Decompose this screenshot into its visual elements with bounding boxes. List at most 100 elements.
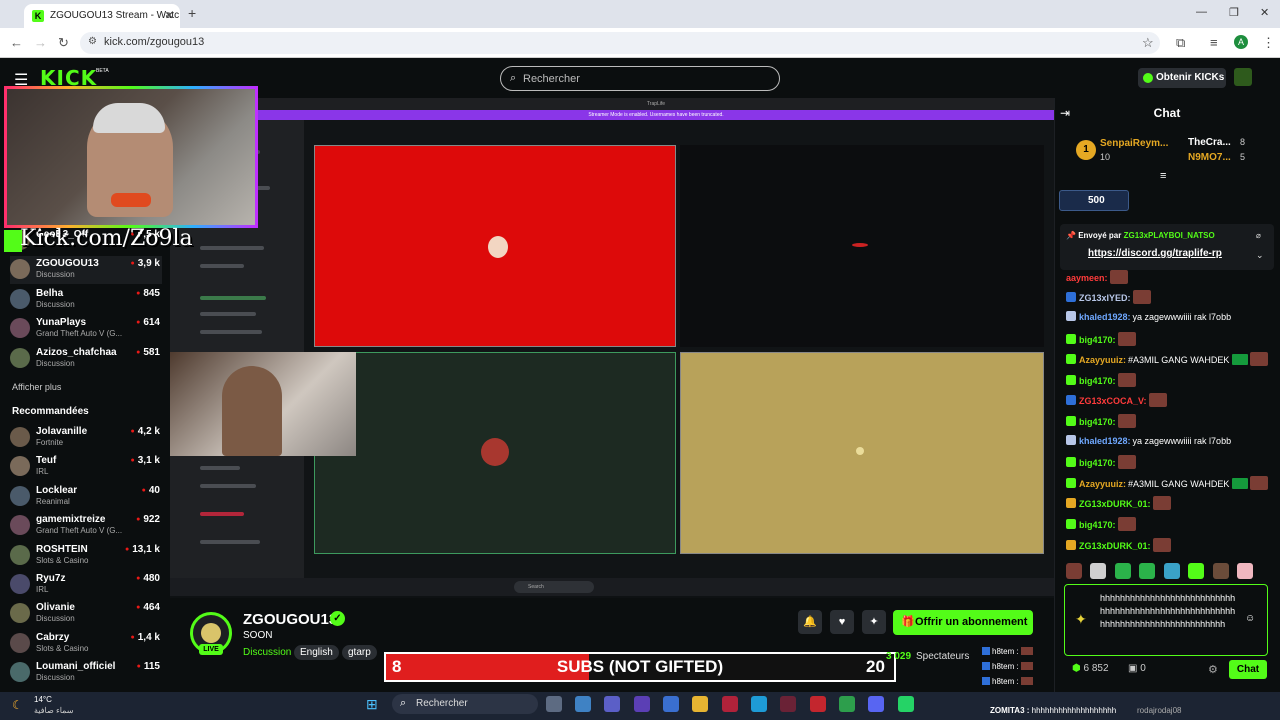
channel-name: Locklear (36, 484, 78, 496)
minimize-icon[interactable]: — (1196, 6, 1207, 18)
follow-heart-icon[interactable]: ♥ (830, 610, 854, 634)
chat-username[interactable]: Azayyuuiz: (1079, 355, 1126, 365)
extensions-icon[interactable]: ⧉ (1176, 35, 1185, 51)
chat-username[interactable]: Azayyuuiz: (1079, 479, 1126, 489)
window-close-icon[interactable]: ✕ (1260, 6, 1269, 19)
category-link[interactable]: Discussion (243, 647, 291, 658)
sidebar-channel-item[interactable]: gamemixtreizeGrand Theft Auto V (G... 922 (10, 512, 162, 540)
channel-name[interactable]: ZGOUGOU13 (243, 611, 337, 628)
tag-gtarp[interactable]: gtarp (342, 645, 377, 660)
app-icon[interactable] (634, 696, 650, 712)
url-field[interactable]: ⚙ kick.com/zgougou13 (80, 32, 1160, 54)
emoji-icon[interactable]: ☺ (1245, 613, 1255, 624)
gift-subscription-button[interactable]: 🎁 Offrir un abonnement (893, 610, 1033, 635)
emote-icon (1117, 414, 1136, 428)
sidebar-channel-item[interactable]: Ryu7zIRL 480 (10, 571, 162, 599)
sparkle-icon[interactable]: ✦ (862, 610, 886, 634)
chat-username[interactable]: ZG13xDURK_01: (1079, 541, 1151, 551)
chat-text: ya zagewwwiiii rak l7obb (1132, 312, 1232, 322)
chat-username[interactable]: khaled1928: (1079, 436, 1131, 446)
emote-icon[interactable] (1212, 563, 1229, 579)
sidebar-channel-item[interactable]: JolavanilleFortnite 4,2 k (10, 424, 162, 452)
sidebar-channel-item[interactable]: ZGOUGOU13Discussion 3,9 k (10, 256, 162, 285)
emote-icon[interactable] (1114, 563, 1131, 579)
back-icon[interactable]: ← (10, 35, 23, 50)
chrome-icon[interactable] (839, 696, 855, 712)
sidebar-channel-item[interactable]: LocklearReanimal 40 (10, 483, 162, 511)
windows-start-icon[interactable]: ⊞ (366, 696, 382, 712)
sidebar-channel-item[interactable]: CabrzySlots & Casino 1,4 k (10, 630, 162, 658)
discord-icon[interactable] (868, 696, 884, 712)
sparkle-icon[interactable]: ✦ (1075, 611, 1087, 628)
emote-icon (1152, 538, 1171, 552)
sidebar-channel-item[interactable]: OlivanieDiscussion 464 (10, 600, 162, 628)
unpin-icon[interactable]: ⌀ (1256, 231, 1261, 240)
chat-username[interactable]: big4170: (1079, 458, 1116, 468)
bookmark-star-icon[interactable]: ☆ (1142, 35, 1154, 51)
close-tab-icon[interactable]: ✕ (165, 9, 174, 22)
viewer-count: 464 (136, 602, 160, 613)
sidebar-channel-item[interactable]: Azizos_chafchaaDiscussion 581 (10, 345, 162, 373)
chat-username[interactable]: ZG13xCOCA_V: (1079, 396, 1147, 406)
app-icon[interactable] (575, 696, 591, 712)
search-input[interactable]: ⌕ Rechercher (500, 66, 780, 91)
site-info-icon[interactable]: ⚙ (88, 36, 97, 47)
kicks-chip[interactable]: 500 (1059, 190, 1129, 211)
folder-icon[interactable] (692, 696, 708, 712)
windows-search-input[interactable]: ⌕ Rechercher (392, 694, 538, 714)
viewer-count: 922 (136, 514, 160, 525)
chat-username[interactable]: big4170: (1079, 335, 1116, 345)
user-avatar[interactable] (1234, 68, 1252, 86)
tag-english[interactable]: English (294, 645, 339, 660)
chat-username[interactable]: big4170: (1079, 417, 1116, 427)
chat-username[interactable]: khaled1928: (1079, 312, 1131, 322)
filter-icon[interactable]: ≡ (1160, 170, 1166, 182)
teams-icon[interactable] (604, 696, 620, 712)
chat-username[interactable]: ZG13xIYED: (1079, 293, 1131, 303)
edge-icon[interactable] (751, 696, 767, 712)
sidebar-channel-item[interactable]: ROSHTEINSlots & Casino 13,1 k (10, 542, 162, 570)
pinned-by: 📌 Envoyé par ZG13xPLAYBOI_NATSO (1066, 231, 1215, 240)
leaderboard-name[interactable]: SenpaiReym... (1100, 138, 1170, 149)
browser-menu-icon[interactable]: ⋮ (1262, 35, 1275, 51)
pinned-link[interactable]: https://discord.gg/traplife-rp (1088, 248, 1222, 259)
sidebar-channel-item[interactable]: BelhaDiscussion 845 (10, 286, 162, 314)
chat-username[interactable]: aaymeen: (1066, 273, 1108, 283)
forward-icon[interactable]: → (34, 35, 47, 50)
chat-username[interactable]: ZG13xDURK_01: (1079, 499, 1151, 509)
sidebar-channel-item[interactable]: YunaPlaysGrand Theft Auto V (G... 614 (10, 315, 162, 343)
gear-icon[interactable]: ⚙ (1208, 663, 1218, 676)
chat-username[interactable]: big4170: (1079, 520, 1116, 530)
chat-username[interactable]: big4170: (1079, 376, 1116, 386)
chat-send-button[interactable]: Chat (1229, 660, 1267, 679)
restore-icon[interactable]: ❐ (1229, 6, 1239, 19)
emote-icon[interactable] (1090, 563, 1107, 579)
app-icon[interactable] (780, 696, 796, 712)
emote-icon[interactable] (1237, 563, 1254, 579)
leaderboard-name[interactable]: N9MO7... (1188, 152, 1236, 163)
sidebar-channel-item[interactable]: TeufIRL 3,1 k (10, 453, 162, 481)
task-view-icon[interactable] (546, 696, 562, 712)
emote-icon[interactable] (1066, 563, 1082, 579)
app-icon[interactable] (810, 696, 826, 712)
chevron-down-icon[interactable]: ⌄ (1256, 250, 1264, 261)
sidebar-channel-item[interactable]: Loumani_officielDiscussion 115 (10, 659, 162, 687)
new-tab-icon[interactable]: + (188, 5, 196, 21)
browser-tab[interactable]: K ZGOUGOU13 Stream - Watc ✕ (24, 4, 180, 28)
leaderboard-name[interactable]: TheCra... (1188, 137, 1236, 148)
app-icon[interactable] (722, 696, 738, 712)
reload-icon[interactable]: ↻ (58, 35, 69, 51)
profile-avatar[interactable]: A (1234, 35, 1248, 49)
emote-icon[interactable] (1139, 563, 1156, 579)
media-icon[interactable]: ≡ (1210, 35, 1218, 50)
show-more-link[interactable]: Afficher plus (12, 382, 61, 392)
app-icon[interactable] (663, 696, 679, 712)
whatsapp-icon[interactable] (898, 696, 914, 712)
avatar (10, 515, 30, 536)
h8-user: h8tem : (992, 647, 1019, 656)
notification-bell-icon[interactable]: 🔔 (798, 610, 822, 634)
emote-icon[interactable] (1188, 563, 1205, 579)
get-kicks-button[interactable]: Obtenir KICKs (1138, 68, 1226, 88)
chat-message: big4170: (1066, 517, 1136, 535)
emote-icon[interactable] (1163, 563, 1180, 579)
